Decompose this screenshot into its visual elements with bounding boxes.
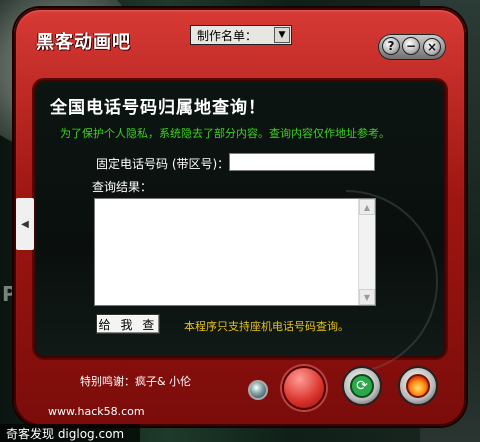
website-link[interactable]: www.hack58.com [48,405,145,418]
support-note: 本程序只支持座机电话号码查询。 [184,320,349,333]
window-controls: ? − × [378,34,446,60]
query-button[interactable]: 给 我 查 [96,314,160,334]
bottom-controls: ⟳ [240,362,446,414]
help-button[interactable]: ? [382,37,400,55]
result-label: 查询结果： [92,180,153,194]
collapse-tab[interactable]: ◀ [16,198,34,250]
refresh-icon: ⟳ [350,374,374,398]
small-orb-button[interactable] [248,380,268,400]
close-icon: × [426,40,438,54]
phone-number-label: 固定电话号码 (带区号)： [96,157,230,171]
refresh-button[interactable]: ⟳ [342,366,382,406]
scroll-down-icon[interactable]: ▼ [359,289,375,305]
help-icon: ? [387,39,395,53]
credits-select-value: 制作名单： [197,28,258,43]
fire-icon [406,374,430,398]
minimize-button[interactable]: − [402,37,420,55]
result-textarea[interactable]: ▲ ▼ [94,198,376,306]
scroll-up-icon[interactable]: ▲ [359,199,375,215]
source-watermark: 奇客发现 diglog.com [0,424,140,442]
minimize-icon: − [405,39,417,53]
result-scrollbar[interactable]: ▲ ▼ [358,199,375,305]
phone-number-input[interactable] [229,153,375,171]
app-title: 黑客动画吧 [36,32,131,53]
close-button[interactable]: × [423,38,441,56]
page-title: 全国电话号码归属地查询！ [50,98,266,118]
chevron-left-icon: ◀ [21,218,29,230]
privacy-notice: 为了保护个人隐私，系统隐去了部分内容。查询内容仅作地址参考。 [60,127,390,140]
chevron-down-icon[interactable]: ▼ [274,27,290,43]
credits-text: 特别鸣谢：疯子& 小伦 [80,375,192,388]
credits-select[interactable]: 制作名单： ▼ [190,25,292,45]
fire-button[interactable] [398,366,438,406]
red-orb-button[interactable] [282,366,326,410]
